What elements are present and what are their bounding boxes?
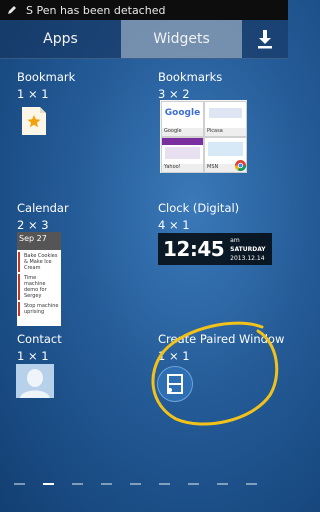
widget-name: Clock (Digital)	[158, 201, 240, 215]
widget-clock-digital[interactable]: Clock (Digital) 4 × 1	[158, 201, 239, 232]
page-indicator-dot[interactable]	[159, 483, 170, 485]
status-bar: S Pen has been detached	[0, 0, 288, 20]
calendar-event: Stop machine uprising	[18, 302, 60, 316]
widget-size: 1 × 1	[17, 349, 49, 363]
clock-thumbnail: 12:45 am SATURDAY 2013.12.14	[158, 233, 272, 265]
bookmark-thumb-picasa: Picasa	[204, 101, 247, 137]
page-indicator-dot[interactable]	[72, 483, 83, 485]
widget-size: 2 × 3	[17, 218, 49, 232]
page-indicator-dot[interactable]	[101, 483, 112, 485]
widget-name: Bookmarks	[158, 70, 223, 84]
bookmark-label: Yahoo!	[162, 164, 203, 172]
clock-meridiem: am	[230, 236, 240, 244]
page-indicator-dot[interactable]	[43, 483, 54, 485]
page-indicator-dot[interactable]	[14, 483, 25, 485]
widget-name: Contact	[17, 332, 62, 346]
pen-icon	[8, 6, 16, 14]
bookmark-star-icon	[22, 107, 46, 135]
status-notification: S Pen has been detached	[26, 3, 166, 17]
page-indicator-dot[interactable]	[217, 483, 228, 485]
widget-name: Bookmark	[17, 70, 76, 84]
widget-bookmarks[interactable]: Bookmarks 3 × 2	[158, 70, 222, 101]
clock-date-block: am SATURDAY 2013.12.14	[230, 236, 265, 263]
bookmarks-thumbnail: Google Google Picasa Yahoo! MSN	[160, 100, 247, 173]
widget-calendar[interactable]: Calendar 2 × 3	[17, 201, 69, 232]
page-indicator-dot[interactable]	[246, 483, 257, 485]
calendar-day: Sep 27	[17, 232, 61, 250]
bookmark-label: Picasa	[205, 128, 246, 136]
widget-bookmark[interactable]: Bookmark 1 × 1	[17, 70, 75, 101]
contact-avatar-icon	[16, 364, 54, 398]
download-icon	[258, 30, 272, 49]
calendar-thumbnail: Sep 27 Bake Cookies & Make Ice Cream Tim…	[17, 232, 61, 326]
widget-size: 1 × 1	[17, 87, 49, 101]
page-indicator	[0, 481, 288, 487]
download-button[interactable]	[242, 20, 288, 58]
page-indicator-dot[interactable]	[130, 483, 141, 485]
calendar-event: Time machine demo for Sergey	[18, 274, 60, 300]
widget-size: 4 × 1	[158, 218, 190, 232]
tab-bar: Apps Widgets	[0, 20, 288, 59]
chrome-icon	[235, 160, 246, 171]
annotation-circle	[151, 321, 279, 426]
tab-apps[interactable]: Apps	[0, 20, 121, 58]
widget-name: Calendar	[17, 201, 69, 215]
widget-contact[interactable]: Contact 1 × 1	[17, 332, 62, 363]
clock-date: 2013.12.14	[230, 254, 265, 262]
tab-widgets[interactable]: Widgets	[121, 20, 242, 58]
bookmark-thumb-yahoo: Yahoo!	[161, 137, 204, 173]
bookmark-label: Google	[162, 128, 203, 136]
bookmark-thumb-google: Google Google	[161, 101, 204, 137]
clock-time: 12:45	[163, 237, 225, 261]
widget-size: 3 × 2	[158, 87, 190, 101]
clock-weekday: SATURDAY	[230, 245, 266, 253]
calendar-event: Bake Cookies & Make Ice Cream	[18, 252, 60, 272]
page-indicator-dot[interactable]	[188, 483, 199, 485]
